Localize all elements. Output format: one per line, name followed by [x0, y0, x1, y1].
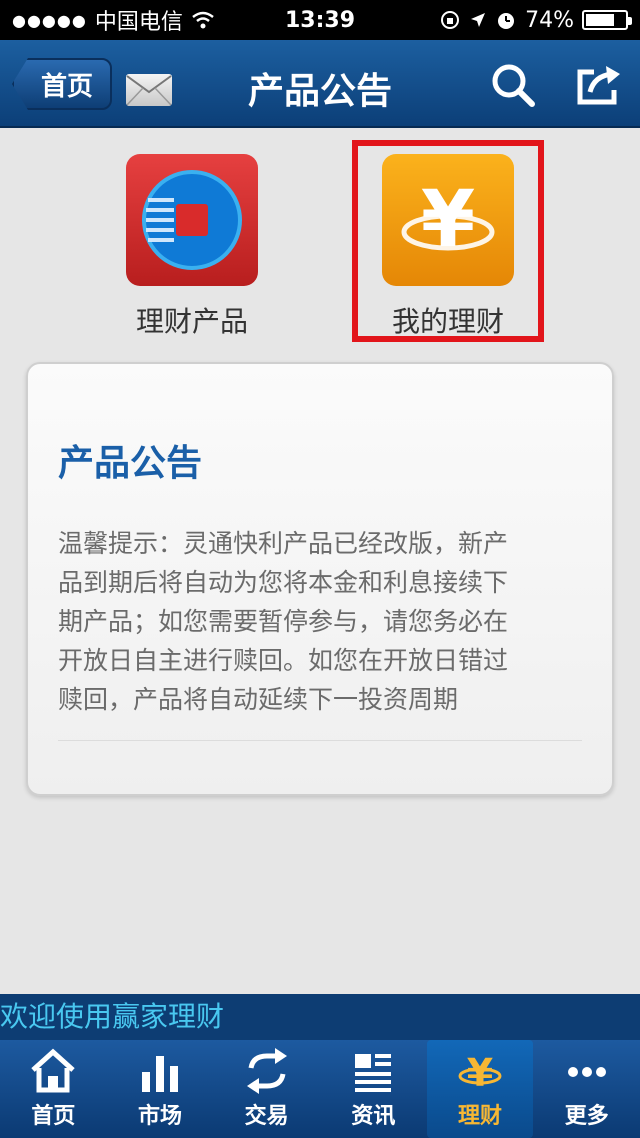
- tab-label: 交易: [244, 1104, 289, 1129]
- tab-home[interactable]: 首页: [0, 1040, 107, 1138]
- carrier-name: 中国电信: [94, 10, 183, 35]
- status-right: 74%: [439, 7, 632, 33]
- highlight-annotation-box: [352, 140, 544, 342]
- welcome-marquee: 欢迎使用赢家理财: [0, 994, 640, 1040]
- tab-market[interactable]: 市场: [107, 1040, 214, 1138]
- exchange-icon: [246, 1048, 287, 1094]
- mail-icon[interactable]: [126, 74, 172, 106]
- product-item-finance[interactable]: 理财产品: [118, 154, 266, 340]
- alarm-icon: [498, 13, 515, 29]
- battery-fill: [586, 14, 615, 26]
- signal-strength-icon: ●●●●●: [12, 10, 87, 30]
- svg-text:¥: ¥: [467, 1051, 493, 1095]
- notice-card: 产品公告 温馨提示：灵通快利产品已经改版，新产 品到期后将自动为您将本金和利息接…: [26, 362, 614, 796]
- notice-line: 温馨提示：灵通快利产品已经改版，新产: [58, 529, 509, 558]
- notice-line: 期产品；如您需要暂停参与，请您务必在: [58, 607, 509, 636]
- more-icon: [567, 1067, 606, 1077]
- tab-more[interactable]: 更多: [533, 1040, 640, 1138]
- battery-percent: 74%: [525, 7, 574, 33]
- status-bar: ●●●●● 中国电信 13:39 74%: [0, 0, 640, 40]
- nav-bar: 首页 产品公告: [0, 40, 640, 128]
- notice-line: 品到期后将自动为您将本金和利息接续下: [58, 568, 509, 597]
- tab-label: 理财: [458, 1104, 503, 1129]
- share-icon[interactable]: [574, 62, 622, 108]
- notice-line: 开放日自主进行赎回。如您在开放日错过: [58, 646, 509, 675]
- tab-trade[interactable]: 交易: [213, 1040, 320, 1138]
- tab-label: 更多: [564, 1104, 609, 1129]
- status-left: ●●●●● 中国电信: [12, 4, 215, 36]
- product-label: 理财产品: [135, 305, 248, 338]
- rotation-lock-icon: [441, 11, 460, 29]
- tab-label: 首页: [31, 1104, 76, 1129]
- bar-chart-icon: [142, 1056, 178, 1092]
- home-icon: [31, 1048, 76, 1093]
- location-icon: [471, 13, 486, 27]
- notice-line: 赎回，产品将自动延续下一投资周期: [58, 685, 459, 714]
- tab-finance[interactable]: ¥ 理财: [426, 1040, 534, 1138]
- search-icon[interactable]: [490, 62, 536, 108]
- wifi-icon: [192, 11, 214, 29]
- battery-icon: [582, 10, 632, 30]
- divider: [58, 740, 582, 741]
- yuan-icon: ¥: [458, 1051, 502, 1095]
- news-icon: [355, 1054, 392, 1092]
- tab-label: 资讯: [351, 1104, 396, 1129]
- tab-label: 市场: [138, 1104, 183, 1129]
- tab-news[interactable]: 资讯: [320, 1040, 427, 1138]
- back-home-button[interactable]: 首页: [12, 58, 112, 110]
- notice-body: 温馨提示：灵通快利产品已经改版，新产 品到期后将自动为您将本金和利息接续下 期产…: [58, 524, 588, 719]
- finance-product-icon: [126, 154, 258, 286]
- tab-bar: 首页 市场 交易 资讯 ¥ 理财 更多: [0, 1040, 640, 1138]
- page-title: 产品公告: [247, 71, 392, 112]
- notice-title: 产品公告: [58, 443, 203, 484]
